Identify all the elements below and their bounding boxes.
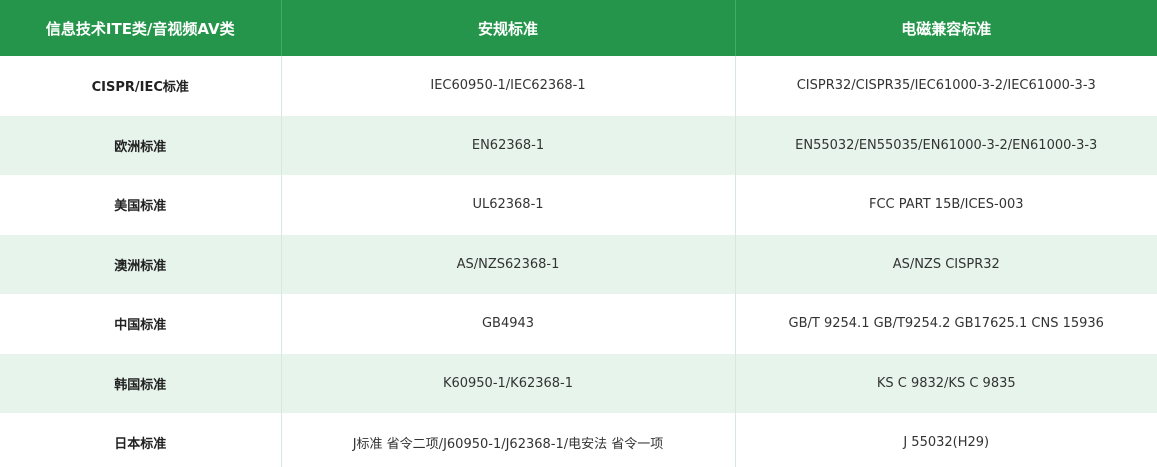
table-row: 日本标准 J标准 省令二项/J60950-1/J62368-1/电安法 省令一项… — [0, 413, 1157, 467]
table-row: 澳洲标准 AS/NZS62368-1 AS/NZS CISPR32 — [0, 234, 1157, 294]
emc-cell: J 55032(H29) — [903, 435, 990, 451]
table-row: 中国标准 GB4943 GB/T 9254.1 GB/T9254.2 GB176… — [0, 294, 1157, 354]
table-row: CISPR/IEC标准 IEC60950-1/IEC62368-1 CISPR3… — [0, 56, 1157, 116]
table-row: 欧洲标准 EN62368-1 EN55032/EN55035/EN61000-3… — [0, 115, 1157, 175]
emc-cell: EN55032/EN55035/EN61000-3-2/EN61000-3-3 — [795, 137, 1098, 153]
region-cell: 日本标准 — [0, 413, 282, 467]
header-row: 信息技术ITE类/音视频AV类 安规标准 电磁兼容标准 — [0, 0, 1157, 56]
standards-table: 信息技术ITE类/音视频AV类 安规标准 电磁兼容标准 CISPR/IEC标准 … — [0, 0, 1157, 467]
table-row: 韩国标准 K60950-1/K62368-1 KS C 9832/KS C 98… — [0, 353, 1157, 413]
emc-cell: CISPR32/CISPR35/IEC61000-3-2/IEC61000-3-… — [796, 78, 1096, 94]
table-row: 美国标准 UL62368-1 FCC PART 15B/ICES-003 — [0, 175, 1157, 235]
safety-cell: AS/NZS62368-1 — [281, 234, 736, 294]
emc-cell: FCC PART 15B/ICES-003 — [868, 197, 1024, 213]
region-cell: 欧洲标准 — [0, 115, 282, 175]
emc-cell: GB/T 9254.1 GB/T9254.2 GB17625.1 CNS 159… — [788, 316, 1104, 332]
safety-cell: K60950-1/K62368-1 — [281, 353, 736, 413]
region-cell: 美国标准 — [0, 175, 282, 235]
region-cell: CISPR/IEC标准 — [0, 56, 282, 116]
safety-cell: GB4943 — [281, 294, 736, 354]
safety-cell: UL62368-1 — [281, 175, 736, 235]
region-cell: 澳洲标准 — [0, 234, 282, 294]
safety-cell: J标准 省令二项/J60950-1/J62368-1/电安法 省令一项 — [281, 413, 736, 467]
table-header: 信息技术ITE类/音视频AV类 安规标准 电磁兼容标准 — [0, 0, 1157, 56]
emc-cell: KS C 9832/KS C 9835 — [876, 375, 1016, 391]
safety-cell: EN62368-1 — [281, 115, 736, 175]
header-safety-standard: 安规标准 — [281, 0, 736, 56]
safety-cell: IEC60950-1/IEC62368-1 — [281, 56, 736, 116]
table-body: CISPR/IEC标准 IEC60950-1/IEC62368-1 CISPR3… — [0, 56, 1157, 467]
header-emc-standard: 电磁兼容标准 — [901, 19, 992, 38]
header-category: 信息技术ITE类/音视频AV类 — [0, 0, 282, 56]
region-cell: 中国标准 — [0, 294, 282, 354]
region-cell: 韩国标准 — [0, 353, 282, 413]
emc-cell: AS/NZS CISPR32 — [892, 256, 1000, 272]
